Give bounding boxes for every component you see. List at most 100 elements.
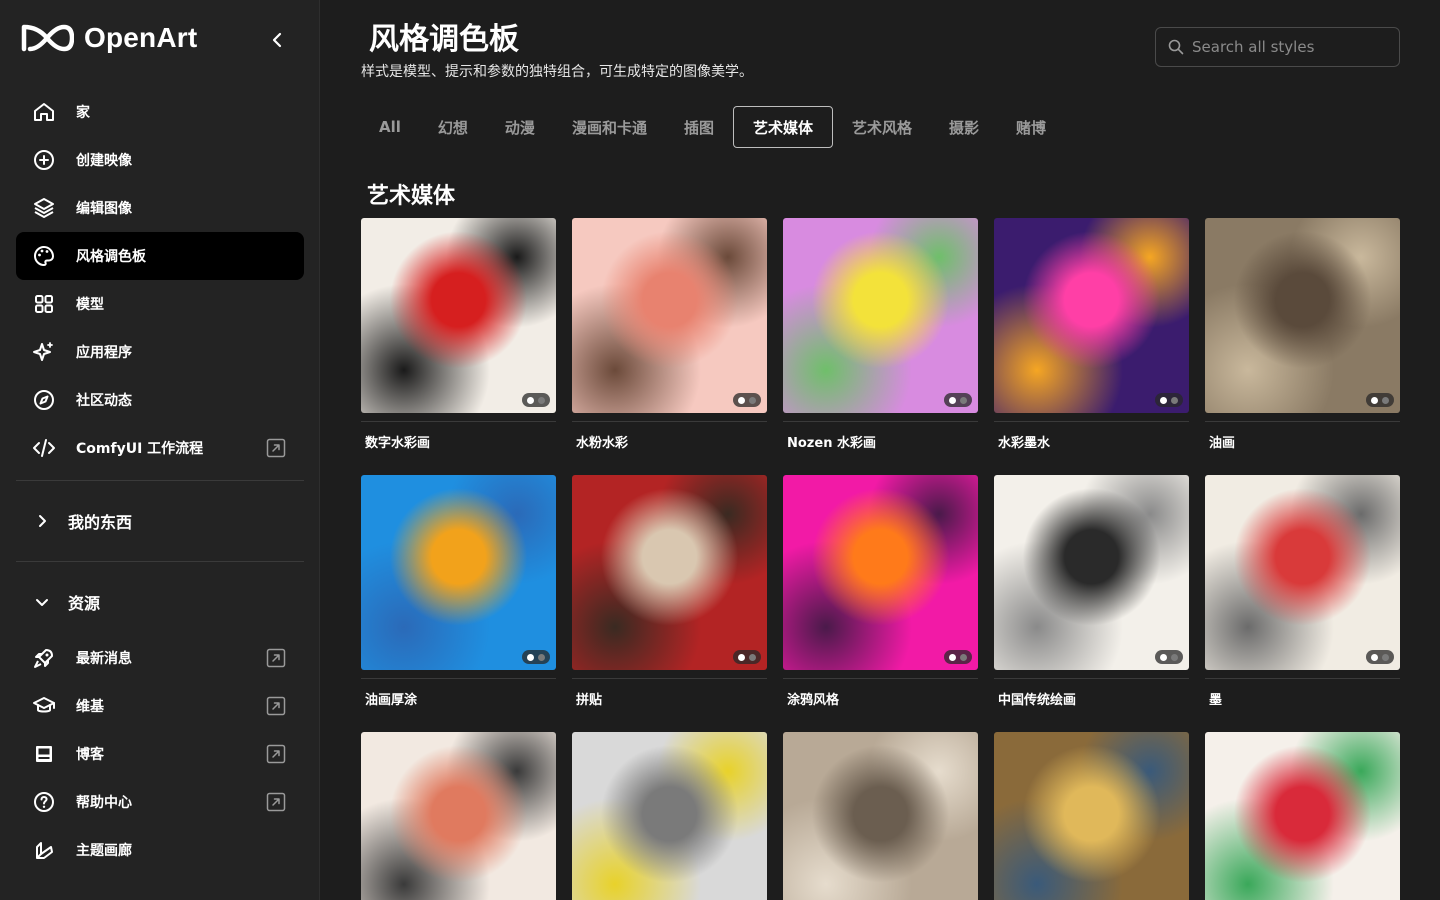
- sidebar-item-1[interactable]: 家: [16, 88, 304, 136]
- rocket-icon: [32, 646, 56, 670]
- tab-2[interactable]: 幻想: [420, 106, 486, 148]
- preview-toggle[interactable]: [944, 393, 972, 407]
- divider: [16, 480, 304, 481]
- search-icon: [1168, 39, 1184, 55]
- style-card[interactable]: [994, 732, 1189, 900]
- style-card[interactable]: 水彩墨水: [994, 218, 1189, 451]
- external-link-icon: [266, 438, 286, 458]
- sidebar: OpenArt 家创建映像编辑图像风格调色板模型应用程序 社区动态 ComfyUI …: [0, 0, 320, 900]
- sidebar-item-3[interactable]: 博客: [16, 730, 304, 778]
- external-link-button[interactable]: [266, 438, 286, 458]
- style-thumbnail[interactable]: [572, 732, 767, 900]
- external-link-button[interactable]: [266, 696, 286, 716]
- style-thumbnail[interactable]: [783, 475, 978, 670]
- style-name: 水粉水彩: [576, 436, 629, 451]
- style-card[interactable]: [572, 732, 767, 900]
- sidebar-item-1[interactable]: 最新消息: [16, 634, 304, 682]
- search-box[interactable]: [1155, 27, 1400, 67]
- preview-toggle[interactable]: [522, 650, 550, 664]
- preview-toggle[interactable]: [1366, 650, 1394, 664]
- sidebar-item-4[interactable]: 帮助中心: [16, 778, 304, 826]
- style-thumbnail[interactable]: [994, 732, 1189, 900]
- style-thumbnail[interactable]: [361, 218, 556, 413]
- style-card[interactable]: 中国传统绘画: [994, 475, 1189, 708]
- style-thumbnail[interactable]: [783, 218, 978, 413]
- sidebar-item-5[interactable]: 模型: [16, 280, 304, 328]
- style-card[interactable]: 墨: [1205, 475, 1400, 708]
- sidebar-item-2[interactable]: 维基: [16, 682, 304, 730]
- card-divider: [1205, 678, 1400, 679]
- sidebar-item-2[interactable]: 创建映像: [16, 136, 304, 184]
- style-thumbnail[interactable]: [994, 218, 1189, 413]
- tab-6[interactable]: 艺术媒体: [732, 106, 833, 148]
- sidebar-item-label: 模型: [76, 297, 104, 313]
- sidebar-item-5[interactable]: 主题画廊: [16, 826, 304, 874]
- sidebar-item-label: 博客: [76, 747, 104, 763]
- style-name: 墨: [1209, 693, 1223, 708]
- collapse-sidebar-button[interactable]: [264, 28, 292, 52]
- code-icon: [32, 436, 56, 460]
- preview-toggle[interactable]: [733, 650, 761, 664]
- my-stuff-toggle[interactable]: 我的东西: [16, 501, 304, 541]
- sidebar-item-4[interactable]: 风格调色板: [16, 232, 304, 280]
- resources-label: 资源: [68, 594, 101, 613]
- sidebar-item-3[interactable]: 编辑图像: [16, 184, 304, 232]
- sidebar-item-label: 风格调色板: [76, 249, 146, 265]
- style-thumbnail[interactable]: [1205, 218, 1400, 413]
- layers-icon: [32, 196, 56, 220]
- style-thumbnail[interactable]: [1205, 475, 1400, 670]
- tab-9[interactable]: 赌博: [998, 106, 1064, 148]
- style-thumbnail[interactable]: [1205, 732, 1400, 900]
- style-name: 水彩墨水: [998, 436, 1051, 451]
- sidebar-item-label: 创建映像: [76, 153, 132, 169]
- style-card[interactable]: 涂鸦风格: [783, 475, 978, 708]
- external-link-button[interactable]: [266, 744, 286, 764]
- tab-4[interactable]: 漫画和卡通: [554, 106, 665, 148]
- style-card[interactable]: 油画: [1205, 218, 1400, 451]
- preview-toggle[interactable]: [522, 393, 550, 407]
- external-link-button[interactable]: [266, 792, 286, 812]
- style-thumbnail[interactable]: [783, 732, 978, 900]
- preview-toggle[interactable]: [733, 393, 761, 407]
- search-input[interactable]: [1192, 38, 1392, 56]
- card-divider: [572, 678, 767, 679]
- tab-3[interactable]: 动漫: [487, 106, 553, 148]
- sidebar-item-6[interactable]: 应用程序: [16, 328, 304, 376]
- style-thumbnail[interactable]: [994, 475, 1189, 670]
- style-thumbnail[interactable]: [572, 475, 767, 670]
- card-divider: [572, 421, 767, 422]
- style-card[interactable]: [1205, 732, 1400, 900]
- preview-toggle[interactable]: [1155, 393, 1183, 407]
- sidebar-item-7[interactable]: 社区动态: [16, 376, 304, 424]
- card-divider: [361, 421, 556, 422]
- resources-toggle[interactable]: 资源: [16, 582, 304, 622]
- sidebar-item-label: ComfyUI 工作流程: [76, 441, 204, 457]
- style-card[interactable]: 水粉水彩: [572, 218, 767, 451]
- tab-5[interactable]: 插图: [666, 106, 732, 148]
- card-divider: [1205, 421, 1400, 422]
- style-card[interactable]: 油画厚涂: [361, 475, 556, 708]
- style-thumbnail[interactable]: [361, 732, 556, 900]
- tab-7[interactable]: 艺术风格: [834, 106, 930, 148]
- preview-toggle[interactable]: [1155, 650, 1183, 664]
- preview-toggle[interactable]: [1366, 393, 1394, 407]
- chevron-left-icon: [272, 32, 282, 48]
- card-divider: [994, 678, 1189, 679]
- external-link-button[interactable]: [266, 648, 286, 668]
- sidebar-item-8[interactable]: ComfyUI 工作流程: [16, 424, 304, 472]
- resources-nav: 最新消息 维基博客帮助中心 主题画廊: [16, 634, 304, 874]
- my-stuff-label: 我的东西: [68, 513, 133, 532]
- tab-1[interactable]: All: [361, 106, 419, 148]
- style-card[interactable]: [361, 732, 556, 900]
- compass-icon: [32, 388, 56, 412]
- preview-toggle[interactable]: [944, 650, 972, 664]
- style-card[interactable]: 拼贴: [572, 475, 767, 708]
- tab-8[interactable]: 摄影: [931, 106, 997, 148]
- openart-logo[interactable]: OpenArt: [20, 22, 197, 54]
- brand-name: OpenArt: [84, 22, 198, 53]
- style-card[interactable]: 数字水彩画: [361, 218, 556, 451]
- style-card[interactable]: [783, 732, 978, 900]
- style-card[interactable]: Nozen 水彩画: [783, 218, 978, 451]
- style-thumbnail[interactable]: [361, 475, 556, 670]
- style-thumbnail[interactable]: [572, 218, 767, 413]
